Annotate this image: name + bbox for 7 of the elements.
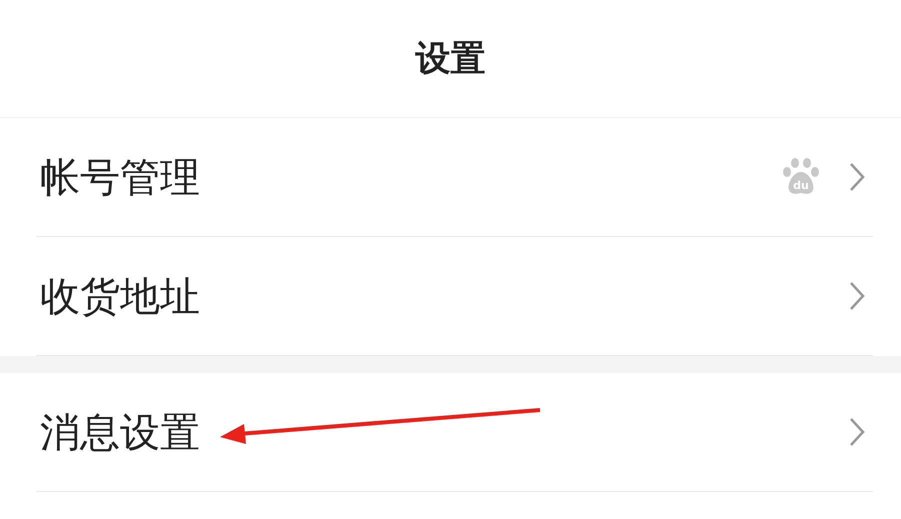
chevron-icon [849,162,865,192]
page-title: 设置 [416,38,486,81]
row-label: 收货地址 [40,272,200,322]
row-label: 消息设置 [40,408,200,458]
chevron-icon [849,281,865,311]
row-label: 帐号管理 [40,154,200,202]
chevron-icon [849,417,865,447]
